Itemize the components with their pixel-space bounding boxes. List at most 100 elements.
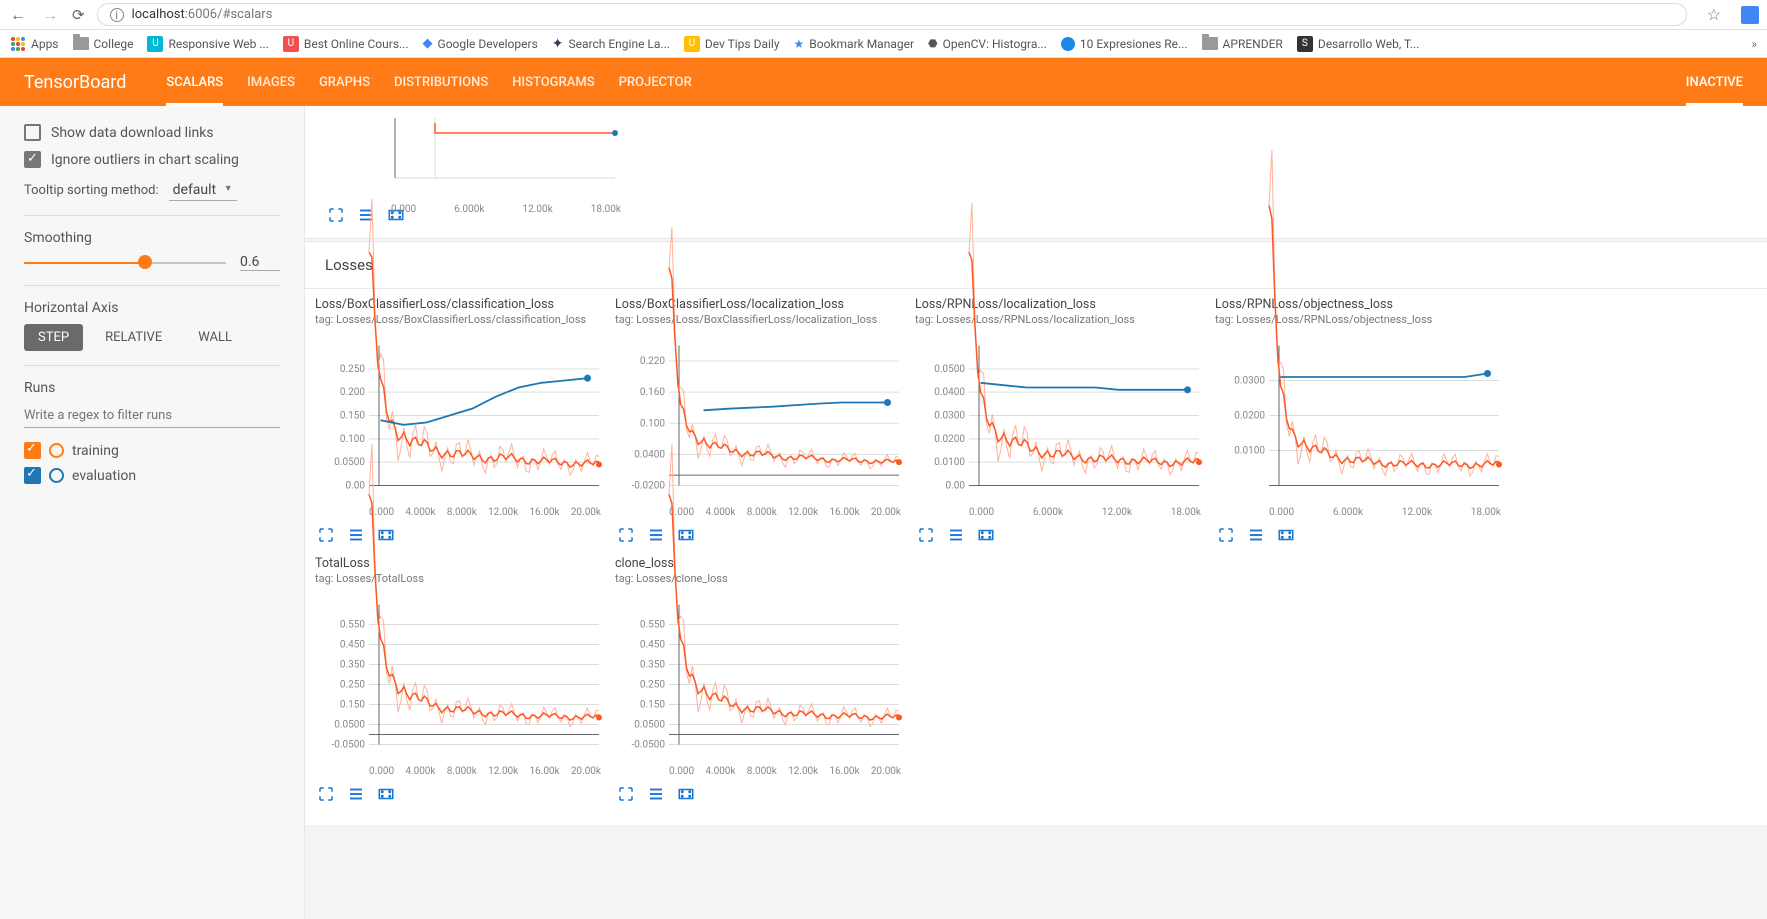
chart-plot[interactable]: 0.000.01000.02000.03000.04000.0500 (915, 330, 1205, 505)
bookmark-item[interactable]: 10 Expresiones Re... (1061, 37, 1188, 51)
list-icon[interactable] (345, 783, 367, 805)
chart-card: Loss/RPNLoss/objectness_loss tag: Losses… (1215, 297, 1505, 546)
chart-plot[interactable]: 0.01000.02000.0300 (1215, 330, 1505, 505)
tab-images[interactable]: IMAGES (247, 58, 295, 106)
chart-title: Loss/RPNLoss/objectness_loss (1215, 297, 1505, 312)
chart-card: TotalLoss tag: Losses/TotalLoss -0.05000… (315, 556, 605, 805)
svg-text:0.0300: 0.0300 (934, 411, 965, 422)
tab-histograms[interactable]: HISTOGRAMS (512, 58, 594, 106)
back-button[interactable]: ← (8, 5, 28, 25)
axis-btn-wall[interactable]: WALL (184, 324, 246, 351)
tensorboard-header: TensorBoard SCALARSIMAGESGRAPHSDISTRIBUT… (0, 58, 1767, 106)
svg-text:0.0200: 0.0200 (934, 434, 965, 445)
svg-text:0.0200: 0.0200 (1234, 411, 1265, 422)
list-icon[interactable] (645, 783, 667, 805)
forward-button[interactable]: → (40, 5, 60, 25)
browser-toolbar: ← → ⟳ i localhost:6006/#scalars ☆ (0, 0, 1767, 30)
axis-btn-step[interactable]: STEP (24, 324, 83, 351)
expand-icon[interactable] (325, 204, 347, 226)
tooltip-sorting-select[interactable]: default (169, 180, 237, 201)
list-icon[interactable] (345, 524, 367, 546)
address-bar[interactable]: i localhost:6006/#scalars (97, 3, 1687, 26)
fit-icon[interactable] (975, 524, 997, 546)
section-header-losses[interactable]: Losses (305, 241, 1767, 289)
chart-tag: tag: Losses/Loss/RPNLoss/objectness_loss (1215, 313, 1505, 326)
bookmarks-bar: Apps College UResponsive Web ... UBest Onli… (0, 30, 1767, 58)
show-download-label: Show data download links (51, 125, 214, 141)
show-download-checkbox[interactable] (24, 124, 41, 141)
list-icon[interactable] (355, 204, 377, 226)
expand-icon[interactable] (615, 783, 637, 805)
tooltip-sorting-label: Tooltip sorting method: (24, 183, 159, 198)
reload-button[interactable]: ⟳ (72, 6, 85, 24)
bookmark-star-icon[interactable]: ☆ (1707, 5, 1721, 24)
bookmark-item[interactable]: UDev Tips Daily (684, 36, 780, 52)
url-path: /#scalars (217, 7, 272, 22)
extension-icon[interactable] (1741, 6, 1759, 24)
bookmark-item[interactable]: ◆Google Developers (423, 36, 538, 51)
fit-icon[interactable] (375, 783, 397, 805)
run-checkbox[interactable] (24, 467, 41, 484)
expand-icon[interactable] (915, 524, 937, 546)
svg-text:0.00: 0.00 (946, 481, 966, 492)
fit-icon[interactable] (675, 783, 697, 805)
svg-text:0.0500: 0.0500 (634, 720, 665, 731)
chart-tag: tag: Losses/clone_loss (615, 572, 905, 585)
tab-scalars[interactable]: SCALARS (166, 58, 223, 106)
run-checkbox[interactable] (24, 442, 41, 459)
bookmark-item[interactable]: UBest Online Cours... (283, 36, 409, 52)
chart-toolbar (615, 783, 905, 805)
expand-icon[interactable] (1215, 524, 1237, 546)
bookmark-item[interactable]: ✦Search Engine La... (552, 36, 670, 52)
expand-icon[interactable] (315, 783, 337, 805)
bookmark-item[interactable]: UResponsive Web ... (147, 36, 268, 52)
svg-text:0.350: 0.350 (640, 660, 665, 671)
chart-plot[interactable]: -0.02000.04000.1000.1600.220 (615, 330, 905, 505)
bookmark-item[interactable]: APRENDER (1202, 37, 1283, 51)
chart-plot[interactable]: -0.05000.05000.1500.2500.3500.4500.550 (615, 589, 905, 764)
svg-text:0.0400: 0.0400 (934, 387, 965, 398)
chart-tag: tag: Losses/Loss/BoxClassifierLoss/local… (615, 313, 905, 326)
smoothing-slider[interactable] (24, 261, 226, 265)
ignore-outliers-checkbox[interactable] (24, 151, 41, 168)
svg-text:0.550: 0.550 (340, 620, 365, 631)
tab-graphs[interactable]: GRAPHS (319, 58, 370, 106)
svg-text:0.200: 0.200 (340, 387, 365, 398)
chart-card: clone_loss tag: Losses/clone_loss -0.050… (615, 556, 905, 805)
chart-plot[interactable]: 0.000.05000.1000.1500.2000.250 (315, 330, 605, 505)
svg-text:0.100: 0.100 (640, 418, 665, 429)
list-icon[interactable] (645, 524, 667, 546)
tab-distributions[interactable]: DISTRIBUTIONS (394, 58, 488, 106)
chart-plot[interactable]: -0.05000.05000.1500.2500.3500.4500.550 (315, 589, 605, 764)
url-port: :6006 (185, 7, 217, 22)
tab-projector[interactable]: PROJECTOR (619, 58, 692, 106)
fit-icon[interactable] (375, 524, 397, 546)
svg-text:0.550: 0.550 (640, 620, 665, 631)
chart-card: Loss/RPNLoss/localization_loss tag: Loss… (915, 297, 1205, 546)
run-color-icon (49, 468, 64, 483)
axis-btn-relative[interactable]: RELATIVE (91, 324, 176, 351)
expand-icon[interactable] (315, 524, 337, 546)
charts-grid: Loss/BoxClassifierLoss/classification_lo… (305, 289, 1767, 825)
bookmark-item[interactable]: Apps (10, 36, 59, 52)
fit-icon[interactable] (1275, 524, 1297, 546)
fit-icon[interactable] (675, 524, 697, 546)
chart-title: Loss/BoxClassifierLoss/classification_lo… (315, 297, 605, 312)
bookmark-item[interactable]: ★Bookmark Manager (794, 37, 915, 51)
bookmark-item[interactable]: ⬣OpenCV: Histogra... (928, 37, 1047, 51)
svg-text:0.0500: 0.0500 (934, 364, 965, 375)
inactive-tab[interactable]: INACTIVE (1686, 58, 1743, 106)
bookmark-item[interactable]: College (73, 37, 134, 51)
bookmarks-overflow-icon[interactable]: » (1751, 37, 1757, 51)
chart-tag: tag: Losses/Loss/RPNLoss/localization_lo… (915, 313, 1205, 326)
expand-icon[interactable] (615, 524, 637, 546)
runs-filter-input[interactable] (24, 404, 280, 428)
list-icon[interactable] (1245, 524, 1267, 546)
info-icon: i (110, 8, 124, 22)
bookmark-item[interactable]: SDesarrollo Web, T... (1297, 36, 1420, 52)
smoothing-value-input[interactable] (240, 254, 280, 271)
svg-text:0.450: 0.450 (640, 640, 665, 651)
content-area: 0.000 6.000k 12.00k 18.00k Losses Loss/B… (305, 106, 1767, 919)
run-row-evaluation: evaluation (24, 467, 280, 484)
list-icon[interactable] (945, 524, 967, 546)
